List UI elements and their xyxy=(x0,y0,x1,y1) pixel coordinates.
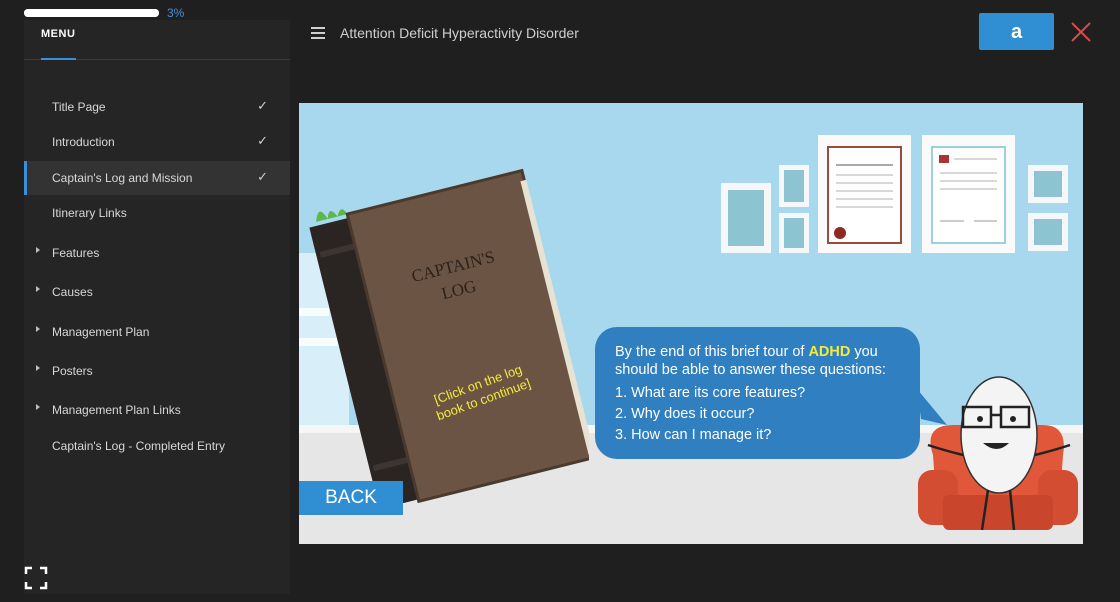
menu-item[interactable]: Posters xyxy=(24,354,290,388)
menu-item[interactable]: Causes xyxy=(24,275,290,309)
menu-item-label: Captain's Log - Completed Entry xyxy=(52,439,226,453)
menu-item[interactable]: Captain's Log and Mission ✓ xyxy=(24,161,290,195)
menu-item-label: Itinerary Links xyxy=(52,206,127,220)
caret-right-icon[interactable] xyxy=(36,404,40,410)
menu-item[interactable]: Features xyxy=(24,236,290,270)
check-icon: ✓ xyxy=(257,98,268,113)
menu-title: MENU xyxy=(41,28,76,40)
menu-item[interactable]: Captain's Log - Completed Entry xyxy=(24,429,290,463)
slide-stage: CAPTAIN'S LOG [Click on the log book to … xyxy=(299,103,1083,544)
sidebar-menu: MENU Title Page ✓ Introduction ✓ Captain's L… xyxy=(24,20,290,594)
menu-item-label: Causes xyxy=(52,285,93,299)
speech-bubble: By the end of this brief tour of ADHD yo… xyxy=(595,327,920,459)
bubble-intro: By the end of this brief tour of ADHD yo… xyxy=(615,343,910,379)
bubble-intro-before: By the end of this brief tour of xyxy=(615,344,809,360)
check-icon: ✓ xyxy=(257,133,268,148)
menu-item[interactable]: Management Plan xyxy=(24,315,290,349)
menu-item[interactable]: Title Page ✓ xyxy=(24,90,290,124)
menu-item[interactable]: Introduction ✓ xyxy=(24,125,290,159)
menu-header: MENU xyxy=(24,20,290,60)
close-icon[interactable] xyxy=(1069,20,1093,44)
caret-right-icon[interactable] xyxy=(36,365,40,371)
captains-log-book[interactable]: CAPTAIN'S LOG [Click on the log book to … xyxy=(299,163,589,503)
fullscreen-icon[interactable] xyxy=(24,566,48,590)
menu-item-label: Management Plan Links xyxy=(52,403,181,417)
back-button[interactable]: BACK xyxy=(299,481,403,515)
menu-item-label: Management Plan xyxy=(52,325,150,339)
hamburger-icon[interactable] xyxy=(311,27,325,42)
a-button[interactable]: a xyxy=(979,13,1054,50)
question-2: 2. Why does it occur? xyxy=(615,406,755,422)
progress-fill xyxy=(24,9,159,17)
question-1: 1. What are its core features? xyxy=(615,385,806,401)
page-title: Attention Deficit Hyperactivity Disorder xyxy=(340,25,579,41)
progress-percent: 3% xyxy=(167,6,185,20)
menu-item-label: Features xyxy=(52,246,100,260)
menu-item[interactable]: Itinerary Links xyxy=(24,196,290,230)
menu-item-label: Posters xyxy=(52,364,93,378)
menu-item-label: Captain's Log and Mission xyxy=(52,171,193,185)
question-3: 3. How can I manage it? xyxy=(615,427,772,443)
check-icon: ✓ xyxy=(257,169,268,184)
menu-tab-underline xyxy=(41,58,76,60)
bubble-highlight: ADHD xyxy=(808,344,851,360)
menu-item[interactable]: Management Plan Links xyxy=(24,393,290,427)
egg-character xyxy=(918,376,1078,531)
menu-item-label: Title Page xyxy=(52,100,106,114)
caret-right-icon[interactable] xyxy=(36,286,40,292)
menu-item-label: Introduction xyxy=(52,135,115,149)
caret-right-icon[interactable] xyxy=(36,247,40,253)
caret-right-icon[interactable] xyxy=(36,326,40,332)
progress-bar xyxy=(24,9,159,17)
